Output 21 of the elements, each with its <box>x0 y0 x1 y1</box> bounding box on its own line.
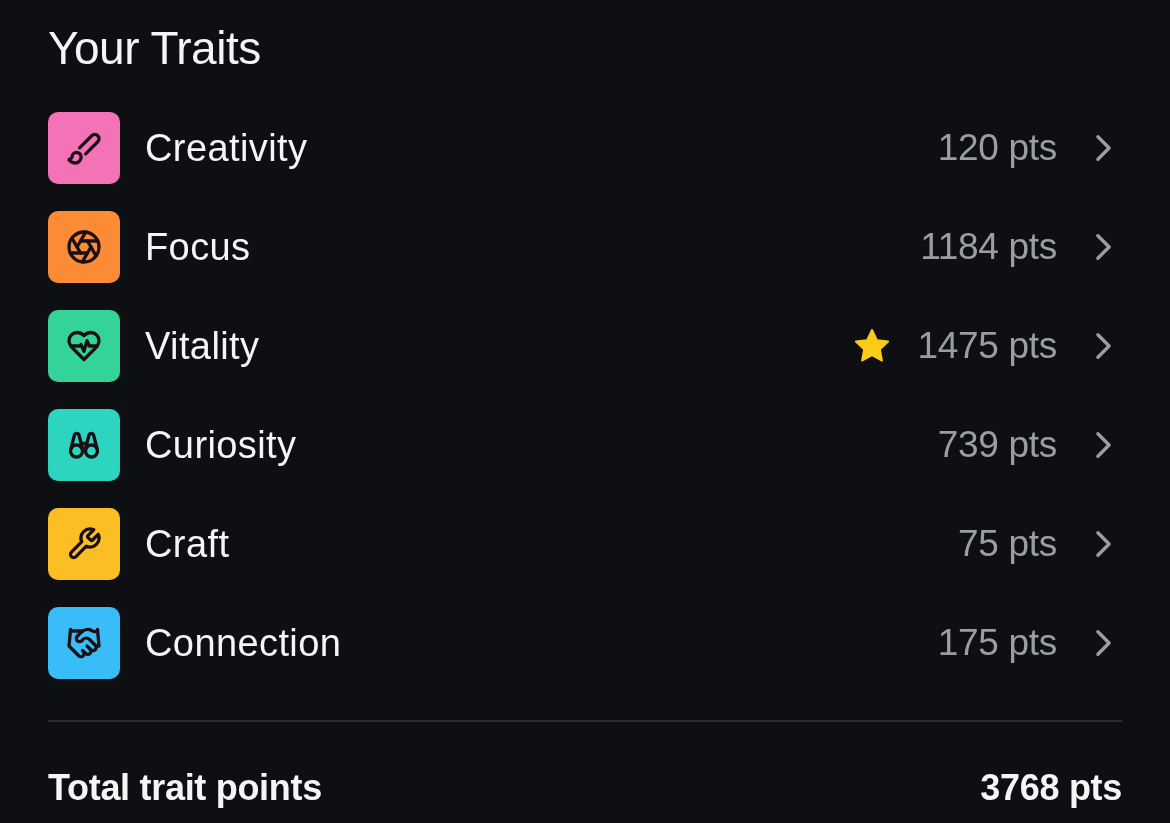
trait-name: Curiosity <box>145 423 297 467</box>
trait-name: Craft <box>145 522 230 566</box>
section-title: Your Traits <box>48 21 261 76</box>
total-label: Total trait points <box>48 767 322 809</box>
trait-name: Focus <box>145 225 251 269</box>
trait-points: 739 pts <box>937 423 1057 467</box>
trait-points: 1184 pts <box>920 225 1057 269</box>
trait-points: 1475 pts <box>917 324 1057 368</box>
chevron-right-icon[interactable] <box>1095 233 1112 261</box>
total-value: 3768 pts <box>980 767 1122 809</box>
trait-points: 120 pts <box>937 126 1057 170</box>
chevron-right-icon[interactable] <box>1095 530 1112 558</box>
chevron-right-icon[interactable] <box>1095 134 1112 162</box>
trait-name: Vitality <box>145 324 260 368</box>
chevron-right-icon[interactable] <box>1095 431 1112 459</box>
chevron-right-icon[interactable] <box>1095 629 1112 657</box>
trait-name: Creativity <box>145 126 308 170</box>
trait-points: 75 pts <box>958 522 1057 566</box>
trait-name: Connection <box>145 621 342 665</box>
trait-points: 175 pts <box>937 621 1057 665</box>
chevron-right-icon[interactable] <box>1095 332 1112 360</box>
